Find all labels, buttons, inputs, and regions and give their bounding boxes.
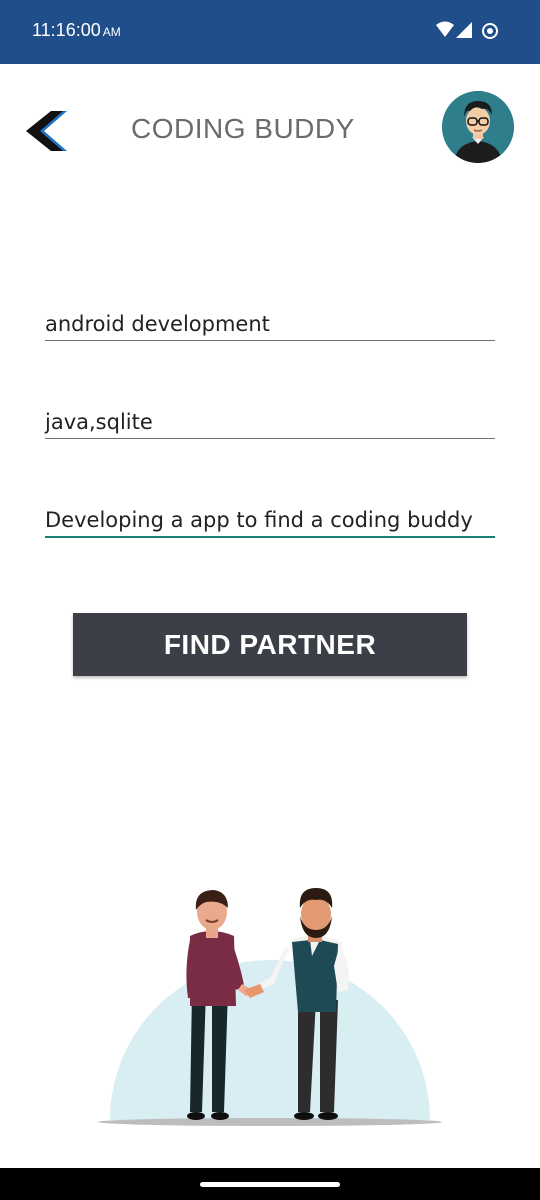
user-avatar-icon — [442, 91, 514, 163]
handshake-illustration — [94, 880, 446, 1130]
status-icons-svg — [436, 21, 498, 39]
status-bar: 11:16:00 AM — [0, 0, 540, 64]
avatar[interactable] — [442, 91, 514, 163]
find-partner-button[interactable]: FIND PARTNER — [73, 613, 467, 676]
skills-field[interactable]: java,sqlite — [45, 396, 495, 439]
page-title: CODING BUDDY — [131, 113, 355, 144]
home-indicator[interactable] — [200, 1182, 340, 1187]
topic-field[interactable]: android development — [45, 298, 495, 341]
navigation-bar — [0, 1168, 540, 1200]
status-time-ampm: AM — [102, 25, 121, 39]
signal-icon — [456, 22, 472, 38]
back-button[interactable] — [22, 108, 70, 156]
status-time-value: 11:16:00 — [32, 20, 101, 40]
wifi-icon — [436, 21, 454, 37]
status-icons — [434, 20, 504, 44]
description-field-value: Developing a app to find a coding buddy — [45, 508, 473, 532]
topic-field-value: android development — [45, 312, 270, 336]
description-field[interactable]: Developing a app to find a coding buddy — [45, 494, 495, 538]
data-saver-icon — [482, 23, 498, 39]
status-time: 11:16:00 AM — [32, 20, 121, 41]
handshake-illustration-svg — [98, 888, 442, 1126]
skills-field-value: java,sqlite — [45, 410, 153, 434]
chevron-left-icon — [26, 111, 67, 151]
